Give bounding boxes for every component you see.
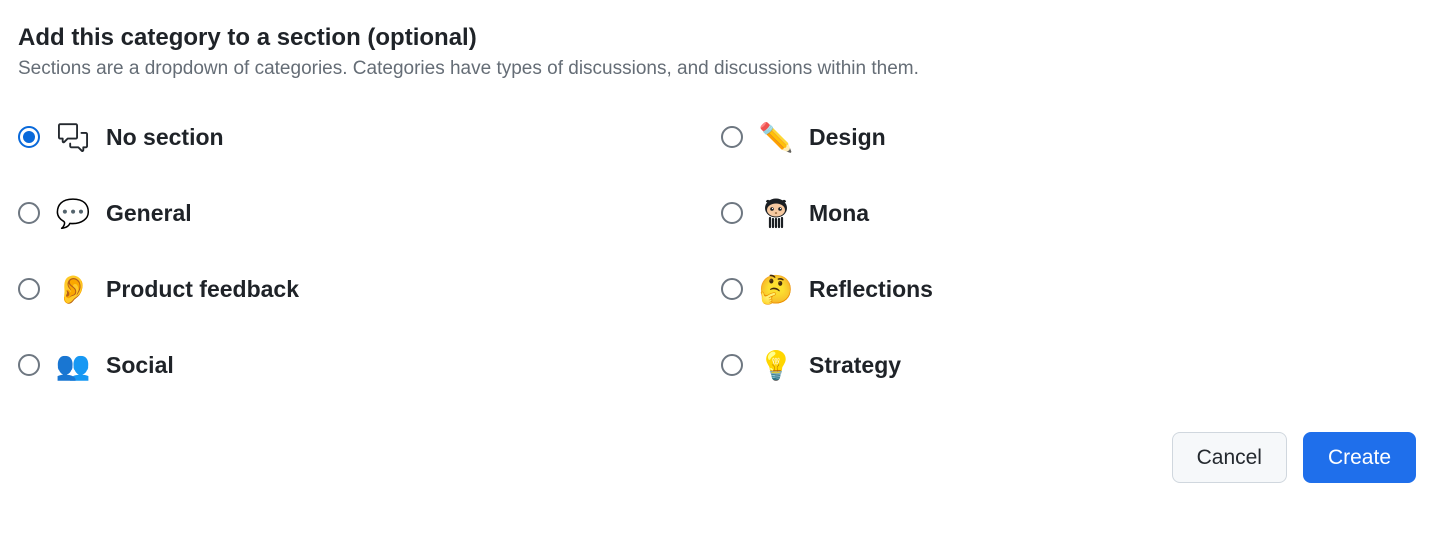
- radio-input[interactable]: [721, 202, 743, 224]
- section-option-reflections[interactable]: 🤔 Reflections: [721, 272, 1424, 306]
- section-option-design[interactable]: ✏️ Design: [721, 120, 1424, 154]
- section-subheading: Sections are a dropdown of categories. C…: [18, 58, 1424, 80]
- section-heading: Add this category to a section (optional…: [18, 24, 1424, 52]
- section-option-label: Reflections: [809, 276, 933, 303]
- radio-input[interactable]: [18, 354, 40, 376]
- form-actions: Cancel Create: [18, 432, 1424, 483]
- lightbulb-emoji: 💡: [759, 348, 793, 382]
- comment-discussion-icon: [56, 120, 90, 154]
- pencil-emoji: ✏️: [759, 120, 793, 154]
- section-option-label: Social: [106, 352, 174, 379]
- section-option-product-feedback[interactable]: 👂 Product feedback: [18, 272, 721, 306]
- create-button[interactable]: Create: [1303, 432, 1416, 483]
- cancel-button[interactable]: Cancel: [1172, 432, 1287, 483]
- radio-input[interactable]: [721, 354, 743, 376]
- section-option-label: No section: [106, 124, 224, 151]
- radio-input[interactable]: [721, 278, 743, 300]
- section-option-label: General: [106, 200, 192, 227]
- section-option-label: Strategy: [809, 352, 901, 379]
- section-option-label: Product feedback: [106, 276, 299, 303]
- mona-icon: [759, 196, 793, 230]
- radio-input[interactable]: [18, 126, 40, 148]
- section-option-strategy[interactable]: 💡 Strategy: [721, 348, 1424, 382]
- section-option-social[interactable]: 👥 Social: [18, 348, 721, 382]
- section-option-general[interactable]: 💬 General: [18, 196, 721, 230]
- section-options-grid: No section ✏️ Design 💬 General: [18, 120, 1424, 382]
- thinking-face-emoji: 🤔: [759, 272, 793, 306]
- busts-emoji: 👥: [56, 348, 90, 382]
- speech-bubble-emoji: 💬: [56, 196, 90, 230]
- section-option-label: Mona: [809, 200, 869, 227]
- radio-input[interactable]: [18, 202, 40, 224]
- section-option-label: Design: [809, 124, 886, 151]
- ear-emoji: 👂: [56, 272, 90, 306]
- radio-input[interactable]: [721, 126, 743, 148]
- radio-input[interactable]: [18, 278, 40, 300]
- section-option-no-section[interactable]: No section: [18, 120, 721, 154]
- section-option-mona[interactable]: Mona: [721, 196, 1424, 230]
